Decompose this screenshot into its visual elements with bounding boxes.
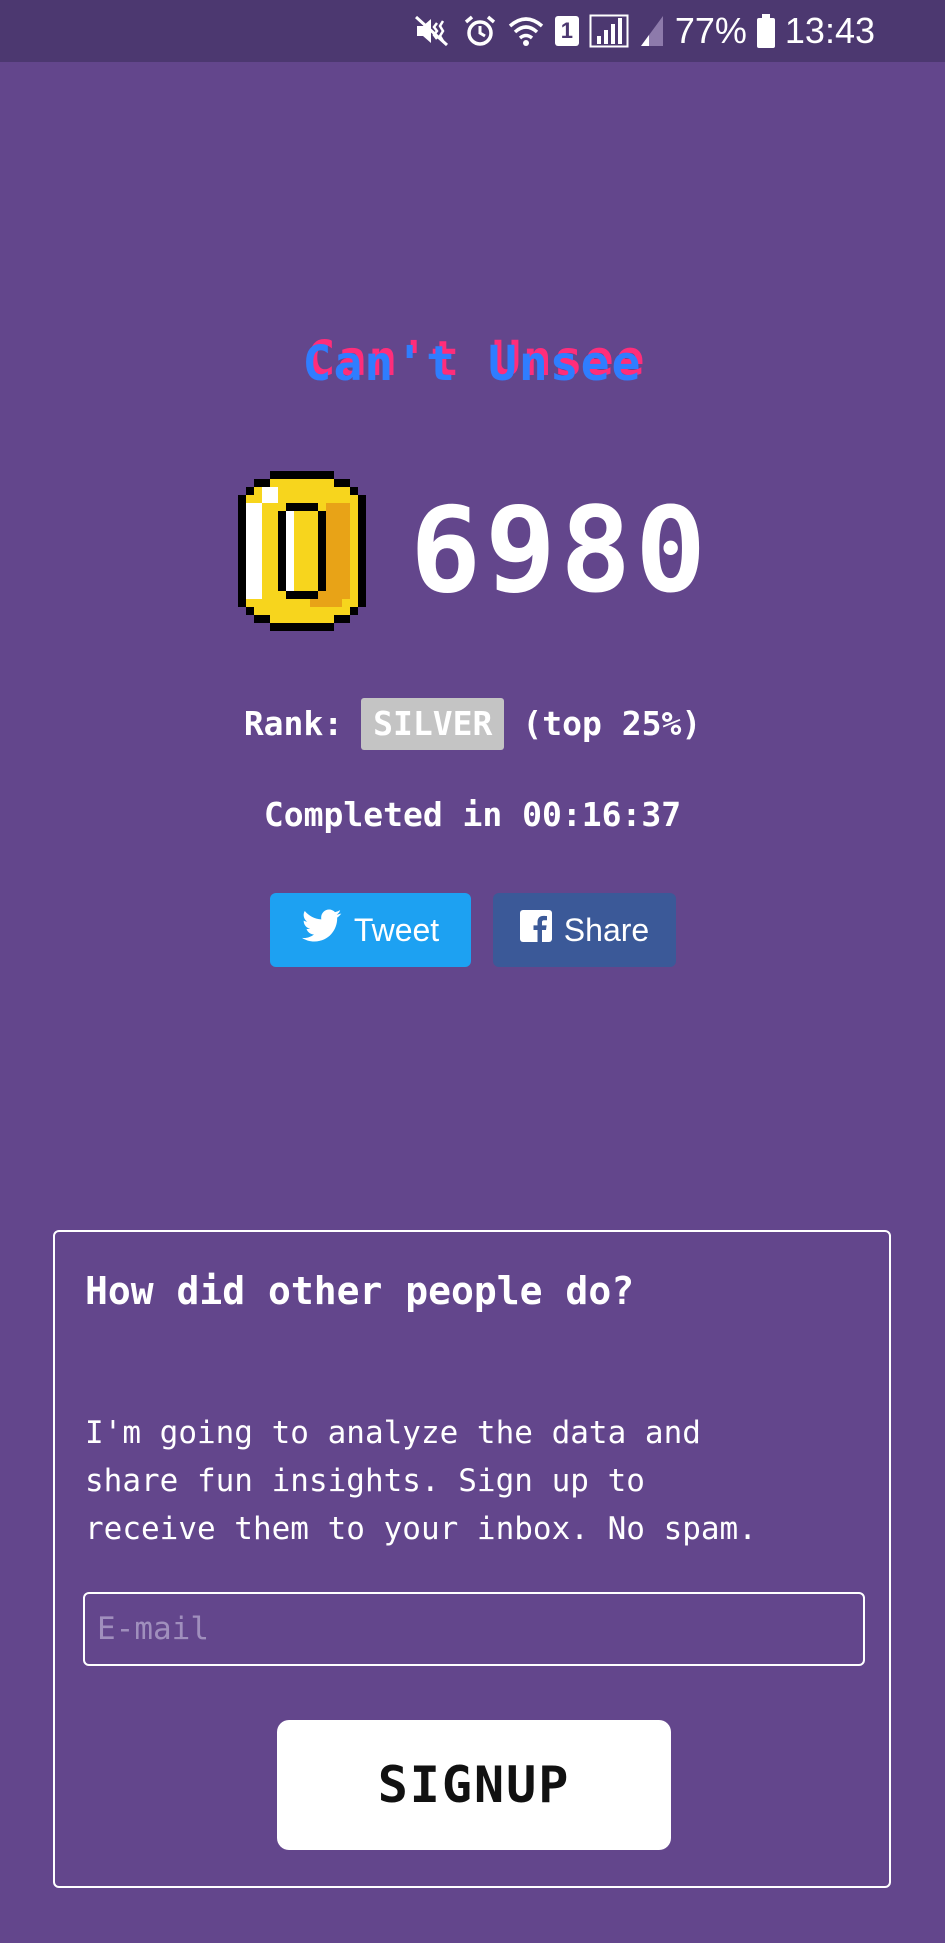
alarm-icon [463, 14, 497, 48]
wifi-icon [507, 14, 545, 48]
rank-label: Rank: [243, 704, 344, 743]
rank-percentile: (top 25%) [522, 704, 702, 743]
coin-icon [238, 470, 366, 632]
twitter-icon [301, 909, 342, 951]
game-title: Can't Unsee [302, 336, 643, 392]
status-icons: 1 77% 13:43 [413, 0, 875, 62]
clock-time: 13:43 [784, 10, 875, 51]
signup-description: I'm going to analyze the data and share … [85, 1415, 757, 1547]
share-label: Share [563, 911, 650, 948]
battery-percent: 77% [674, 10, 747, 51]
signup-heading: How did other people do? [85, 1269, 635, 1313]
signal-icon [589, 14, 629, 48]
signal-weak-icon [639, 14, 665, 48]
signup-button[interactable]: SIGNUP [277, 1720, 671, 1850]
tweet-button[interactable]: Tweet [270, 893, 471, 967]
score-value: 6980 [410, 481, 711, 619]
facebook-share-button[interactable]: Share [493, 893, 676, 967]
facebook-icon [519, 910, 552, 950]
completion-time: Completed in 00:16:37 [263, 795, 682, 834]
rank-line: Rank: SILVER (top 25%) [0, 698, 945, 750]
tweet-label: Tweet [353, 911, 440, 948]
sim-icon: 1 [554, 16, 579, 46]
rank-badge: SILVER [361, 698, 505, 750]
status-bar: 1 77% 13:43 [0, 0, 945, 62]
email-field[interactable] [83, 1592, 865, 1666]
battery-icon [756, 14, 775, 48]
mute-vibrate-icon [413, 14, 453, 48]
signup-panel: How did other people do? I'm going to an… [53, 1230, 891, 1888]
